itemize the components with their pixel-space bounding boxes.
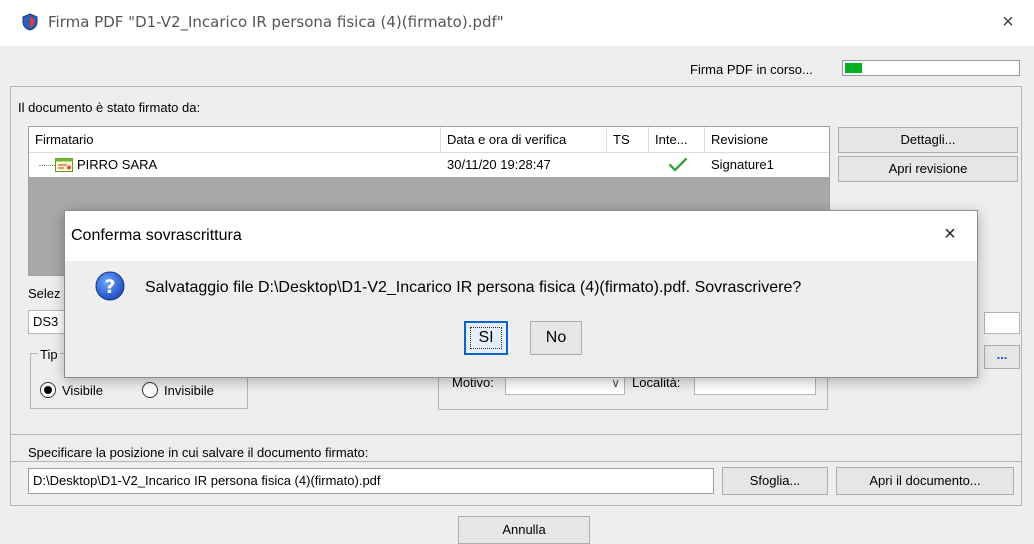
- open-revision-button[interactable]: Apri revisione: [838, 156, 1018, 182]
- revision-name: Signature1: [711, 157, 774, 172]
- cancel-button[interactable]: Annulla: [458, 516, 590, 544]
- window-titlebar: Firma PDF "D1-V2_Incarico IR persona fis…: [0, 0, 1034, 46]
- radio-indicator-selected: [40, 382, 56, 398]
- signature-certificate-icon: [55, 158, 73, 172]
- column-header-verified-at[interactable]: Data e ora di verifica: [441, 127, 607, 153]
- progress-bar: [842, 60, 1020, 76]
- signature-type-label: Tip: [38, 347, 60, 362]
- radio-indicator: [142, 382, 158, 398]
- progress-fill: [845, 63, 862, 73]
- dialog-titlebar: Conferma sovrascrittura ×: [65, 211, 977, 261]
- verification-datetime: 30/11/20 19:28:47: [447, 157, 551, 172]
- dialog-close-button[interactable]: ×: [937, 221, 963, 247]
- dialog-body: ? Salvataggio file D:\Desktop\D1-V2_Inca…: [65, 261, 977, 377]
- window-close-button[interactable]: ×: [996, 10, 1020, 34]
- radio-invisible[interactable]: Invisibile: [142, 381, 214, 399]
- column-header-ts[interactable]: TS: [607, 127, 649, 153]
- column-header-signer[interactable]: Firmatario: [29, 127, 441, 153]
- browse-button[interactable]: Sfoglia...: [722, 467, 828, 495]
- dialog-message: Salvataggio file D:\Desktop\D1-V2_Incari…: [145, 279, 802, 296]
- radio-invisible-label: Invisibile: [164, 382, 214, 398]
- question-icon: ?: [95, 271, 125, 301]
- open-document-button[interactable]: Apri il documento...: [836, 467, 1014, 495]
- check-icon: [669, 158, 687, 172]
- signers-group-label: Il documento è stato firmato da:: [18, 100, 201, 115]
- no-button[interactable]: No: [530, 321, 582, 355]
- yes-button[interactable]: SI: [464, 321, 508, 355]
- shield-icon: [22, 13, 38, 31]
- radio-visible-label: Visibile: [62, 382, 103, 398]
- overwrite-confirm-dialog: Conferma sovrascrittura × ? Salvataggio …: [64, 210, 978, 378]
- chevron-down-icon: ∨: [611, 376, 620, 390]
- browse-selection-button[interactable]: ...: [984, 345, 1020, 369]
- details-button[interactable]: Dettagli...: [838, 127, 1018, 153]
- save-path-input[interactable]: D:\Desktop\D1-V2_Incarico IR persona fis…: [28, 468, 714, 494]
- window-title: Firma PDF "D1-V2_Incarico IR persona fis…: [48, 13, 504, 31]
- focus-indicator: [470, 327, 502, 349]
- tree-connector: [39, 165, 55, 166]
- dialog-title: Conferma sovrascrittura: [71, 227, 242, 244]
- column-header-integrity[interactable]: Inte...: [649, 127, 705, 153]
- save-location-label: Specificare la posizione in cui salvare …: [28, 445, 369, 460]
- radio-visible[interactable]: Visibile: [40, 381, 103, 399]
- progress-label: Firma PDF in corso...: [690, 62, 813, 77]
- column-header-revision[interactable]: Revisione: [705, 127, 829, 153]
- signers-table-header: Firmatario Data e ora di verifica TS Int…: [29, 127, 829, 153]
- signer-name: PIRRO SARA: [77, 157, 158, 172]
- table-row[interactable]: PIRRO SARA 30/11/20 19:28:47 Signature1: [29, 153, 829, 177]
- selection-label: Selez: [28, 286, 61, 301]
- svg-text:?: ?: [104, 276, 115, 298]
- selection-field-end[interactable]: [984, 312, 1020, 334]
